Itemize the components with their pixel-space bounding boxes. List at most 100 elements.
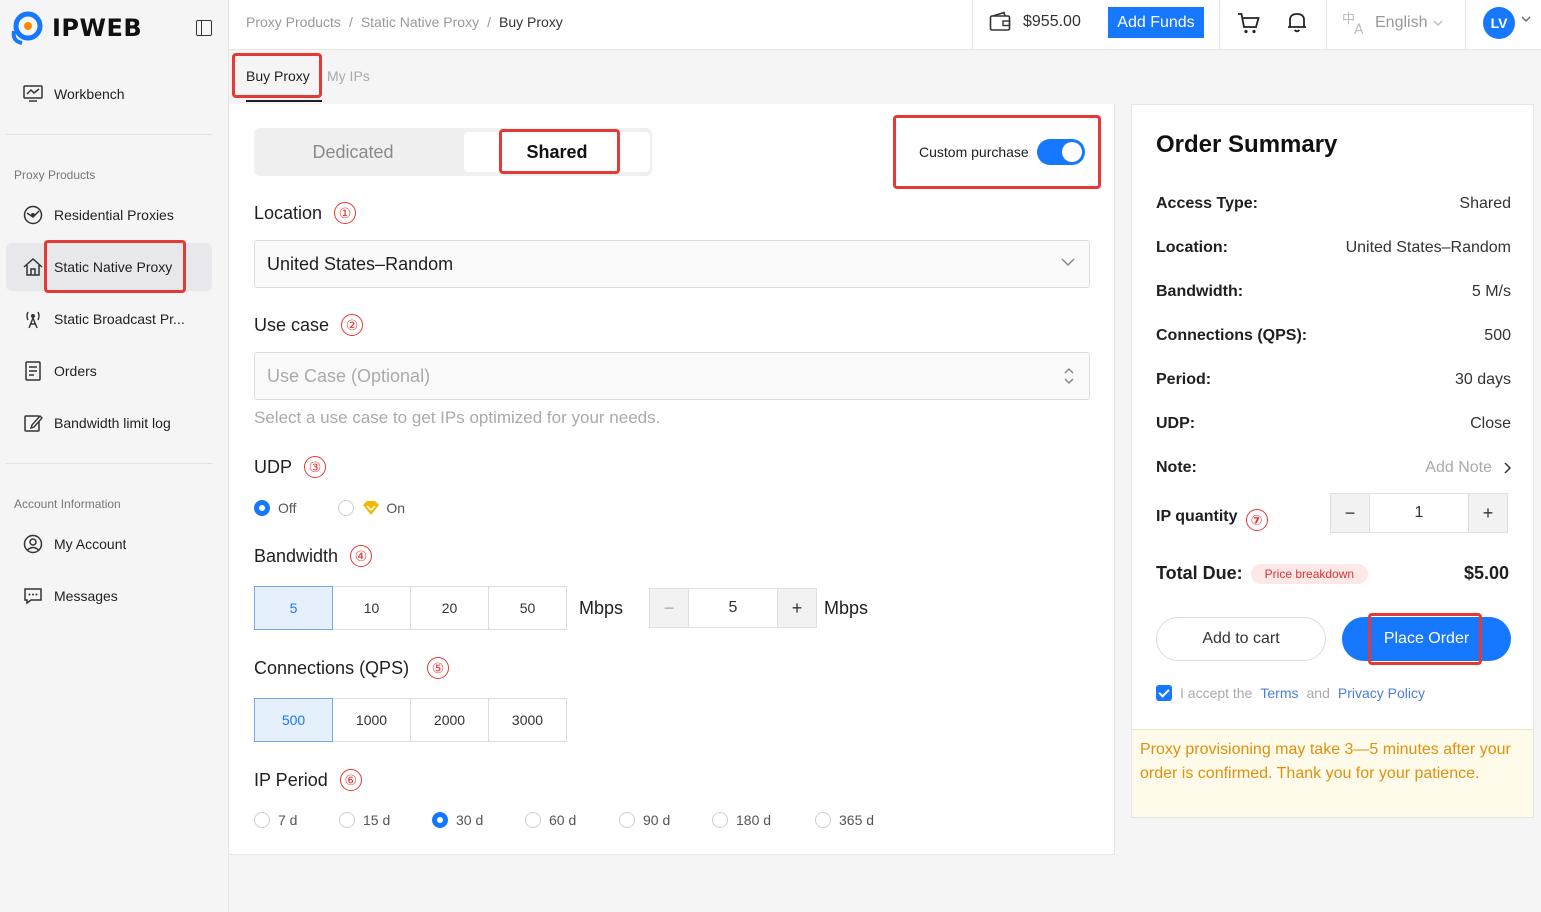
radio-label: 365 d <box>839 812 875 828</box>
bandwidth-option[interactable]: 10 <box>332 586 411 630</box>
connections-option[interactable]: 500 <box>254 698 333 742</box>
header-divider <box>1219 0 1220 50</box>
step-badge: ② <box>341 314 364 336</box>
summary-key: Period: <box>1156 371 1212 388</box>
order-summary: Order Summary Access Type: Shared Locatio… <box>1131 104 1534 818</box>
radio-button[interactable] <box>339 812 355 828</box>
field-label-text: IP Period <box>254 769 328 790</box>
connections-option[interactable]: 3000 <box>488 698 567 742</box>
summary-key: Location: <box>1156 239 1228 256</box>
chevron-down-icon[interactable] <box>1521 16 1531 22</box>
sidebar-item-bandwidth-log[interactable]: Bandwidth limit log <box>6 399 212 447</box>
summary-row: Location: United States–Random <box>1156 239 1511 257</box>
access-type-dedicated[interactable]: Dedicated <box>260 132 446 172</box>
access-type-shared[interactable]: Shared <box>464 132 650 172</box>
tab-buy-proxy[interactable]: Buy Proxy <box>246 68 310 84</box>
location-select[interactable]: United States–Random <box>254 240 1090 288</box>
sidebar-item-orders[interactable]: Orders <box>6 347 212 395</box>
cart-icon[interactable] <box>1237 11 1261 35</box>
sidebar-collapse-icon[interactable] <box>196 20 212 36</box>
step-badge: ⑥ <box>339 769 362 791</box>
bandwidth-increment-button[interactable]: + <box>777 588 817 628</box>
avatar[interactable]: LV <box>1483 7 1515 39</box>
summary-value: Shared <box>1459 195 1511 212</box>
period-label: IP Period ⑥ <box>254 769 362 791</box>
period-option[interactable]: 7 d <box>254 812 339 828</box>
period-option[interactable]: 365 d <box>815 812 874 828</box>
ip-quantity-increment-button[interactable]: + <box>1468 493 1508 533</box>
radio-button[interactable] <box>432 812 448 828</box>
period-option[interactable]: 90 d <box>619 812 712 828</box>
period-option[interactable]: 30 d <box>432 812 525 828</box>
privacy-policy-link[interactable]: Privacy Policy <box>1338 685 1425 701</box>
terms-link[interactable]: Terms <box>1260 685 1298 701</box>
connections-option[interactable]: 2000 <box>410 698 489 742</box>
chevron-updown-icon <box>1064 367 1074 385</box>
ip-quantity-decrement-button[interactable]: − <box>1330 493 1370 533</box>
sidebar-item-static-broadcast[interactable]: Static Broadcast Pr... <box>6 295 212 343</box>
sidebar-item-label: My Account <box>54 536 127 552</box>
bandwidth-custom-input[interactable]: 5 <box>689 588 777 628</box>
price-breakdown-badge[interactable]: Price breakdown <box>1250 563 1369 584</box>
order-summary-title: Order Summary <box>1156 131 1338 158</box>
breadcrumb-item[interactable]: Static Native Proxy <box>361 14 479 30</box>
sidebar-item-workbench[interactable]: Workbench <box>6 70 212 118</box>
location-label: Location ① <box>254 202 357 224</box>
sidebar-item-residential[interactable]: Residential Proxies <box>6 191 212 239</box>
connections-options: 500 1000 2000 3000 <box>254 698 567 742</box>
bandwidth-unit: Mbps <box>579 598 624 618</box>
logo-icon <box>11 11 43 45</box>
breadcrumb-item[interactable]: Proxy Products <box>246 14 341 30</box>
radio-button[interactable] <box>254 500 270 516</box>
period-option[interactable]: 60 d <box>525 812 619 828</box>
connections-label: Connections (QPS) ⑤ <box>254 657 450 679</box>
add-note-link[interactable]: Add Note <box>1425 459 1511 477</box>
purchase-form: Dedicated Shared Custom purchase Locatio… <box>229 104 1115 855</box>
step-badge: ⑤ <box>427 657 450 679</box>
place-order-button[interactable]: Place Order <box>1342 617 1511 661</box>
sidebar-item-label: Bandwidth limit log <box>54 415 171 431</box>
udp-off-option[interactable]: Off <box>254 500 296 516</box>
use-case-select[interactable]: Use Case (Optional) <box>254 352 1090 400</box>
udp-on-option[interactable]: On <box>338 500 405 516</box>
total-due: Total Due: Price breakdown <box>1156 563 1369 584</box>
period-option[interactable]: 15 d <box>339 812 432 828</box>
summary-key: Access Type: <box>1156 195 1258 212</box>
summary-value: United States–Random <box>1345 239 1511 256</box>
language-selector[interactable]: 中A English <box>1341 10 1443 36</box>
field-label-text: UDP <box>254 456 293 477</box>
radio-button[interactable] <box>254 812 270 828</box>
terms-checkbox[interactable] <box>1156 685 1172 701</box>
custom-purchase-toggle[interactable] <box>1036 139 1085 165</box>
sidebar-item-label: Orders <box>54 363 97 379</box>
radio-button[interactable] <box>712 812 728 828</box>
connections-option[interactable]: 1000 <box>332 698 411 742</box>
language-label: English <box>1375 14 1428 31</box>
brand-logo[interactable]: IPWEB <box>8 8 142 48</box>
tab-my-ips[interactable]: My IPs <box>327 68 370 84</box>
step-badge: ① <box>334 202 357 224</box>
sidebar-item-my-account[interactable]: My Account <box>6 520 212 568</box>
radio-button[interactable] <box>338 500 355 516</box>
add-to-cart-button[interactable]: Add to cart <box>1156 617 1326 661</box>
edit-log-icon <box>22 412 44 434</box>
breadcrumb-separator: / <box>348 14 353 30</box>
bandwidth-option[interactable]: 50 <box>488 586 567 630</box>
bandwidth-option[interactable]: 20 <box>410 586 489 630</box>
radio-button[interactable] <box>815 812 831 828</box>
sidebar-item-messages[interactable]: Messages <box>6 572 212 620</box>
radio-button[interactable] <box>619 812 635 828</box>
bandwidth-option[interactable]: 5 <box>254 586 333 630</box>
radio-button[interactable] <box>525 812 541 828</box>
ip-quantity-text: IP quantity <box>1156 508 1238 525</box>
summary-row: Connections (QPS): 500 <box>1156 327 1511 345</box>
field-label-text: Use case <box>254 314 330 335</box>
sidebar-item-static-native[interactable]: Static Native Proxy <box>6 243 212 291</box>
ip-quantity-input[interactable]: 1 <box>1370 493 1468 533</box>
bell-icon[interactable] <box>1285 10 1309 34</box>
bandwidth-decrement-button[interactable]: − <box>649 588 689 628</box>
period-option[interactable]: 180 d <box>712 812 815 828</box>
summary-value: 30 days <box>1454 371 1511 388</box>
bandwidth-unit: Mbps <box>824 598 869 618</box>
add-funds-button[interactable]: Add Funds <box>1108 7 1204 38</box>
